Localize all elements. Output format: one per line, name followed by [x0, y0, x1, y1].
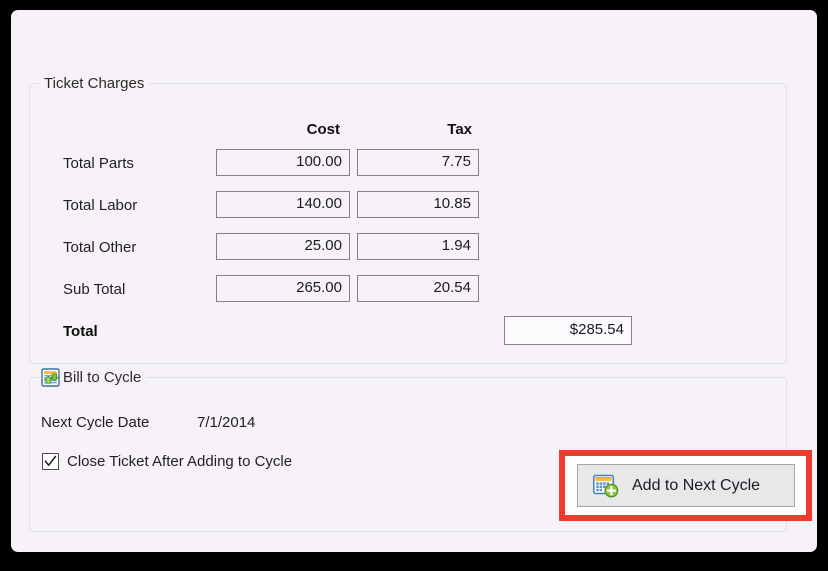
field-total-labor-cost[interactable]: 140.00	[216, 191, 350, 218]
field-total-labor-tax[interactable]: 10.85	[357, 191, 479, 218]
field-total-parts-cost[interactable]: 100.00	[216, 149, 350, 176]
field-total-amount[interactable]: $285.54	[504, 316, 632, 345]
checkmark-icon	[44, 455, 57, 467]
next-cycle-date-label: Next Cycle Date	[41, 414, 150, 431]
recycle-list-icon	[41, 368, 60, 387]
bill-to-cycle-legend-label: Bill to Cycle	[63, 369, 142, 386]
screenshot-bezel: Ticket Charges Cost Tax Total Parts 100.…	[0, 0, 828, 571]
ticket-charges-legend: Ticket Charges	[39, 74, 150, 93]
row-label-sub-total: Sub Total	[63, 281, 126, 298]
close-ticket-checkbox[interactable]	[42, 453, 59, 470]
dialog-panel: Ticket Charges Cost Tax Total Parts 100.…	[11, 10, 817, 552]
column-header-tax: Tax	[447, 121, 472, 138]
row-label-total-other: Total Other	[63, 239, 137, 256]
field-sub-total-cost[interactable]: 265.00	[216, 275, 350, 302]
bill-to-cycle-legend: Bill to Cycle	[39, 368, 147, 387]
field-sub-total-tax[interactable]: 20.54	[357, 275, 479, 302]
field-total-other-cost[interactable]: 25.00	[216, 233, 350, 260]
close-ticket-checkbox-row[interactable]: Close Ticket After Adding to Cycle	[42, 453, 292, 470]
field-total-other-tax[interactable]: 1.94	[357, 233, 479, 260]
row-label-total: Total	[63, 323, 98, 340]
add-to-next-cycle-label: Add to Next Cycle	[632, 476, 761, 494]
add-to-next-cycle-button[interactable]: Add to Next Cycle	[577, 464, 795, 507]
column-header-cost: Cost	[306, 121, 340, 138]
row-label-total-labor: Total Labor	[63, 197, 138, 214]
calendar-add-icon	[593, 474, 619, 498]
next-cycle-date-value: 7/1/2014	[197, 414, 256, 431]
field-total-parts-tax[interactable]: 7.75	[357, 149, 479, 176]
row-label-total-parts: Total Parts	[63, 155, 134, 172]
close-ticket-checkbox-label: Close Ticket After Adding to Cycle	[67, 453, 293, 470]
